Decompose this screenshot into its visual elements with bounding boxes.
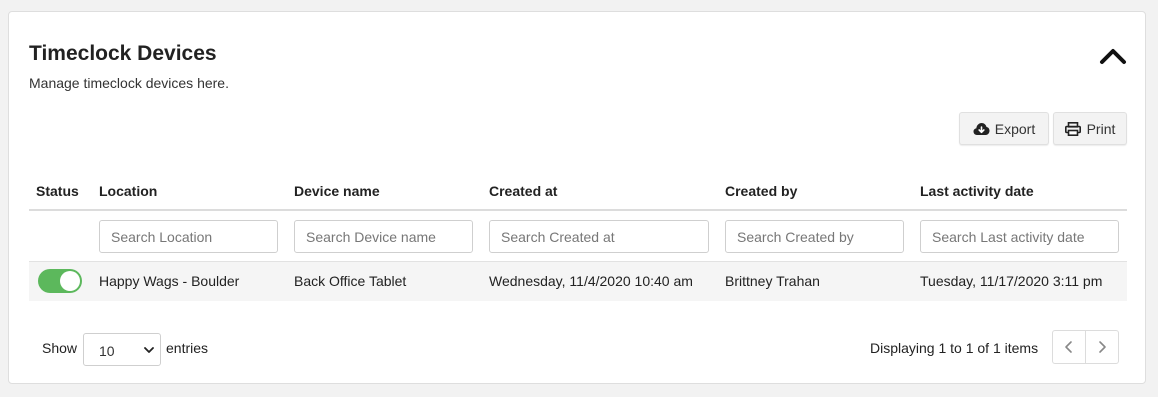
pagination-info: Displaying 1 to 1 of 1 items: [870, 340, 1039, 356]
cell-created-by: Brittney Trahan: [725, 273, 820, 289]
cell-created-at: Wednesday, 11/4/2020 10:40 am: [489, 273, 693, 289]
toggle-knob: [60, 271, 80, 291]
printer-icon: [1064, 121, 1082, 136]
search-created-by-input[interactable]: [725, 220, 904, 253]
search-created-at-input[interactable]: [489, 220, 709, 253]
column-header-created-by[interactable]: Created by: [725, 183, 797, 199]
export-button[interactable]: Export: [959, 112, 1049, 145]
previous-page-button[interactable]: [1052, 330, 1086, 364]
chevron-left-icon: [1065, 341, 1072, 353]
status-toggle[interactable]: [38, 269, 82, 293]
entries-value: 10: [99, 343, 115, 359]
cell-location: Happy Wags - Boulder: [99, 273, 240, 289]
panel-title: Timeclock Devices: [29, 42, 217, 65]
entries-label: entries: [166, 340, 209, 356]
search-location-input[interactable]: [99, 220, 278, 253]
chevron-up-icon: [1100, 49, 1126, 64]
entries-per-page-select[interactable]: 10: [83, 333, 161, 366]
chevron-right-icon: [1099, 341, 1106, 353]
cloud-download-icon: [973, 122, 990, 136]
next-page-button[interactable]: [1085, 330, 1119, 364]
collapse-button[interactable]: [1099, 46, 1127, 66]
print-button[interactable]: Print: [1053, 112, 1127, 145]
show-label: Show: [42, 340, 78, 356]
panel-subtitle: Manage timeclock devices here.: [29, 75, 229, 91]
table-row[interactable]: Happy Wags - Boulder Back Office Tablet …: [29, 262, 1127, 301]
timeclock-devices-panel: Timeclock Devices Manage timeclock devic…: [8, 11, 1146, 384]
column-header-location[interactable]: Location: [99, 183, 157, 199]
cell-last-activity: Tuesday, 11/17/2020 3:11 pm: [920, 273, 1103, 289]
search-device-name-input[interactable]: [294, 220, 473, 253]
header-divider: [29, 209, 1127, 211]
export-label: Export: [994, 120, 1036, 137]
search-last-activity-date-input[interactable]: [920, 220, 1119, 253]
chevron-down-icon: [144, 347, 154, 353]
cell-device-name: Back Office Tablet: [294, 273, 407, 289]
column-header-created-at[interactable]: Created at: [489, 183, 557, 199]
print-label: Print: [1086, 120, 1116, 137]
column-header-status[interactable]: Status: [36, 183, 79, 199]
column-header-device-name[interactable]: Device name: [294, 183, 380, 199]
column-header-last-activity-date[interactable]: Last activity date: [920, 183, 1034, 199]
